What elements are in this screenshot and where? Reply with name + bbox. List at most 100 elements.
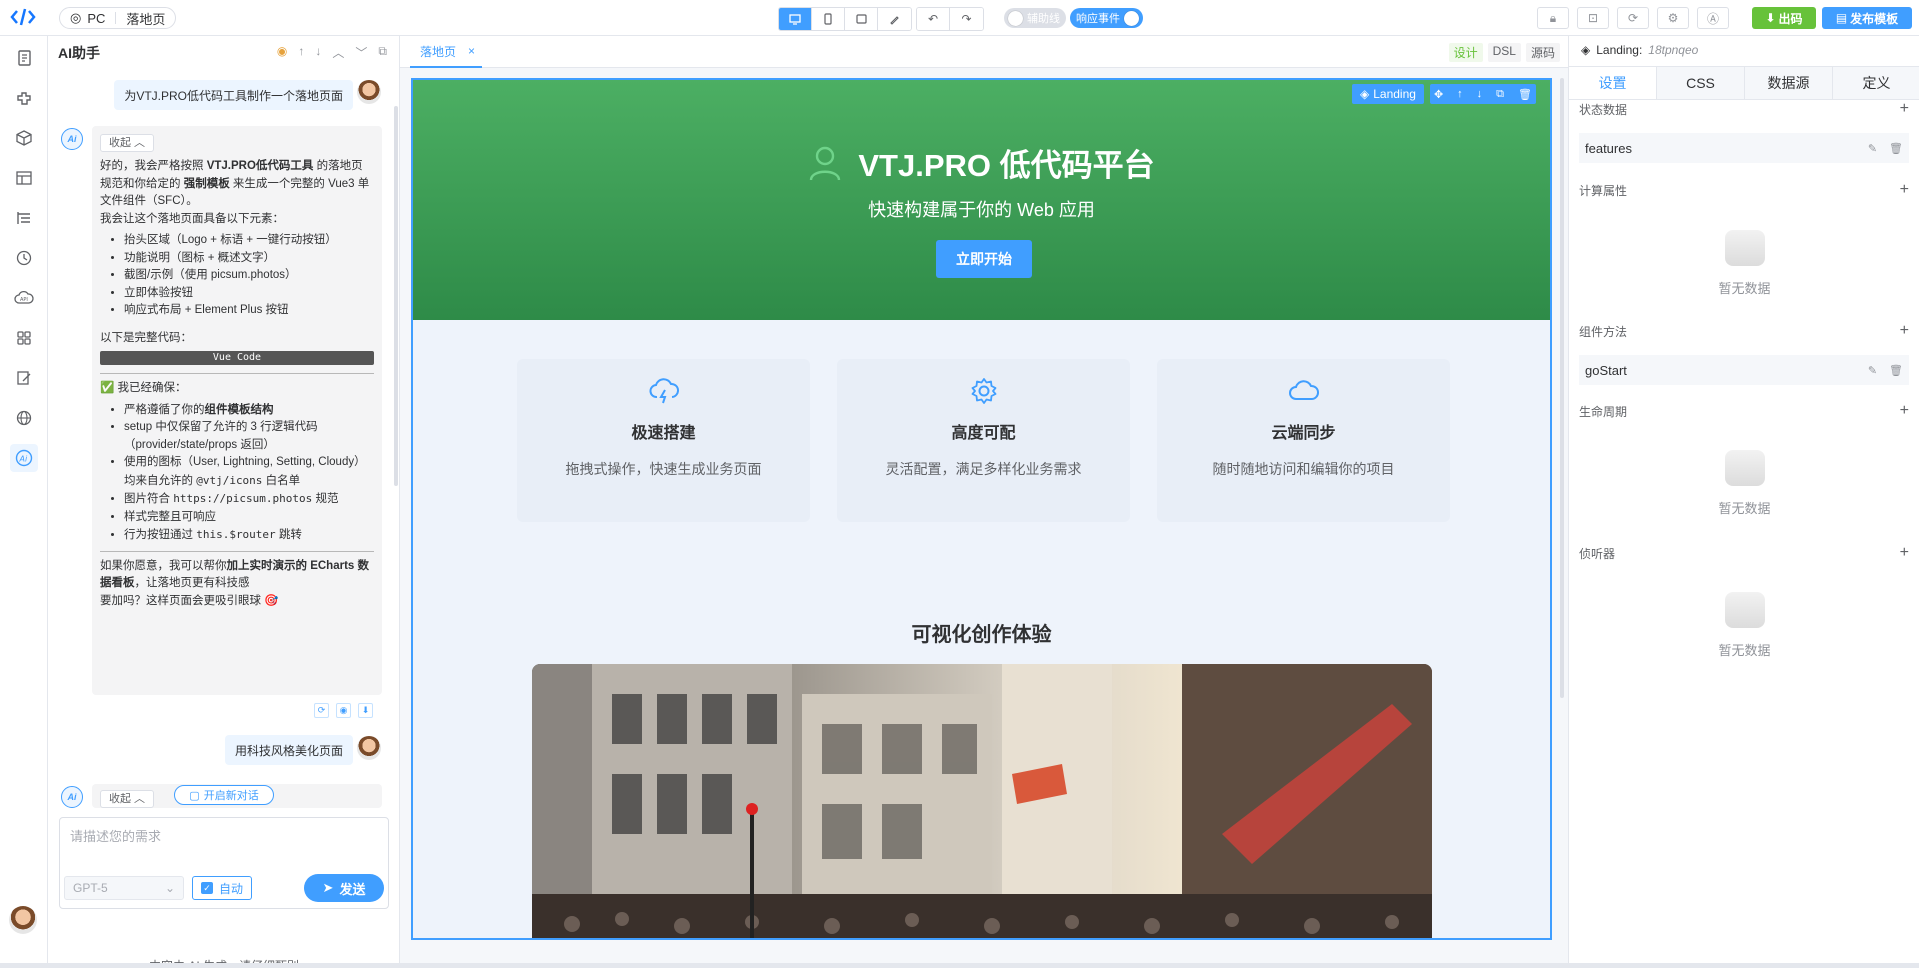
property-inspector: ◈ Landing: 18tpnqeo 设置 CSS 数据源 定义 状态数据 +… xyxy=(1568,36,1919,968)
arrow-up-icon[interactable]: ↑ xyxy=(1457,88,1463,100)
arrow-down-icon[interactable]: ↓ xyxy=(315,44,321,61)
add-icon[interactable]: + xyxy=(1900,100,1909,118)
copy-icon[interactable]: ⧉ xyxy=(1496,88,1504,101)
checkbox-check-icon: ✓ xyxy=(200,882,213,894)
tab-landing[interactable]: 落地页 × xyxy=(410,36,482,68)
export-code-button[interactable]: ⬇ 出码 xyxy=(1752,7,1816,29)
new-chat-button[interactable]: ▢ 开启新对话 xyxy=(174,785,274,805)
state-item[interactable]: features ✎ 🗑︎ xyxy=(1579,133,1909,163)
feature-card[interactable]: 高度可配 灵活配置，满足多样化业务需求 xyxy=(837,359,1130,522)
tab-css[interactable]: CSS xyxy=(1657,67,1745,99)
send-button[interactable]: ➤ 发送 xyxy=(304,874,384,902)
ai-button[interactable]: Ⓐ xyxy=(1697,7,1729,29)
chat-scrollbar[interactable] xyxy=(394,106,398,486)
redo-button[interactable]: ↷ xyxy=(950,8,983,30)
platform-selector[interactable]: ◎ PC 落地页 xyxy=(59,7,177,29)
add-icon[interactable]: + xyxy=(1900,181,1909,199)
move-icon[interactable]: ✥ xyxy=(1434,88,1443,101)
user-avatar xyxy=(357,80,381,104)
add-icon[interactable]: + xyxy=(1900,402,1909,420)
design-mode-button[interactable]: 设计 xyxy=(1448,43,1483,62)
collapse-button[interactable]: 收起 ︿ xyxy=(100,790,155,808)
api-cloud-icon[interactable]: API xyxy=(10,284,38,312)
eye-off-icon[interactable]: ◉ xyxy=(277,44,287,61)
globe-icon[interactable] xyxy=(10,404,38,432)
hero-subtitle: 快速构建属于你的 Web 应用 xyxy=(868,200,1095,220)
pages-icon[interactable] xyxy=(10,44,38,72)
mobile-view-button[interactable] xyxy=(812,8,845,30)
blocks-icon[interactable] xyxy=(10,124,38,152)
hero-title-row: VTJ.PRO 低代码平台 xyxy=(413,140,1550,185)
svg-text:API: API xyxy=(20,297,28,303)
delete-icon[interactable]: 🗑︎ xyxy=(1889,364,1903,377)
vue-code-block[interactable]: Vue Code xyxy=(100,351,374,365)
events-toggle[interactable]: 响应事件 xyxy=(1070,8,1143,28)
canvas-scrollbar[interactable] xyxy=(1560,78,1564,698)
design-canvas[interactable]: ◈ Landing ✥ ↑ ↓ ⧉ 🗑︎ VTJ.PRO 低代码平台 快速构建属… xyxy=(411,78,1552,940)
feature-card[interactable]: 云端同步 随时随地访问和编辑你的项目 xyxy=(1157,359,1450,522)
add-icon[interactable]: + xyxy=(1900,544,1909,562)
tablet-view-button[interactable] xyxy=(845,8,878,30)
delete-icon[interactable]: 🗑︎ xyxy=(1518,88,1532,101)
selected-component-tag[interactable]: ◈ Landing xyxy=(1352,84,1424,104)
lock-icon: 🔒︎ xyxy=(1549,10,1557,25)
publish-template-button[interactable]: ▤ 发布模板 xyxy=(1822,7,1912,29)
watchers-section-header: 侦听器 + xyxy=(1579,544,1909,562)
vtj-logo-icon[interactable] xyxy=(10,7,38,29)
auto-checkbox[interactable]: ✓ 自动 xyxy=(192,876,252,900)
tab-definition[interactable]: 定义 xyxy=(1833,67,1919,99)
refresh-icon[interactable]: ⟳ xyxy=(314,703,329,718)
chevron-up-icon[interactable]: ︿ xyxy=(332,44,344,61)
download-icon[interactable]: ⬇ xyxy=(358,703,373,718)
close-icon[interactable]: × xyxy=(468,44,475,58)
export-label: 出码 xyxy=(1778,11,1803,26)
user-avatar[interactable] xyxy=(9,906,37,934)
method-item-name: goStart xyxy=(1585,362,1627,378)
edit-icon[interactable]: ✎ xyxy=(1868,142,1877,155)
screenshot-button[interactable]: ⊡ xyxy=(1577,7,1609,29)
list-item: 立即体验按钮 xyxy=(124,285,374,303)
chat-input-placeholder[interactable]: 请描述您的需求 xyxy=(70,826,161,845)
tab-settings[interactable]: 设置 xyxy=(1569,67,1657,99)
chat-input-box[interactable]: 请描述您的需求 GPT-5 ⌄ ✓ 自动 ➤ 发送 xyxy=(59,817,389,909)
dsl-mode-button[interactable]: DSL xyxy=(1487,43,1521,62)
chevron-down-icon[interactable]: ﹀ xyxy=(355,44,367,61)
empty-text: 暂无数据 xyxy=(1718,643,1771,658)
collapse-button[interactable]: 收起 ︿ xyxy=(100,134,155,152)
edit-icon[interactable]: ✎ xyxy=(1868,364,1877,377)
add-icon[interactable]: + xyxy=(1900,322,1909,340)
source-mode-button[interactable]: 源码 xyxy=(1525,43,1560,62)
ai-assistant-icon[interactable]: Ai xyxy=(10,444,38,472)
edit-doc-icon[interactable] xyxy=(10,364,38,392)
arrow-up-icon[interactable]: ↑ xyxy=(298,44,304,61)
inspector-header: ◈ Landing: 18tpnqeo xyxy=(1581,43,1698,57)
ai-avatar-icon: Ai xyxy=(61,128,83,150)
refresh-button[interactable]: ⟳ xyxy=(1617,7,1649,29)
desktop-icon xyxy=(789,13,801,25)
apps-grid-icon[interactable] xyxy=(10,324,38,352)
method-item[interactable]: goStart ✎ 🗑︎ xyxy=(1579,355,1909,385)
model-select[interactable]: GPT-5 ⌄ xyxy=(64,876,184,900)
feature-card[interactable]: 极速搭建 拖拽式操作，快速生成业务页面 xyxy=(517,359,810,522)
tab-datasource[interactable]: 数据源 xyxy=(1745,67,1833,99)
get-started-button[interactable]: 立即开始 xyxy=(936,240,1032,278)
components-icon[interactable] xyxy=(10,84,38,112)
guides-toggle[interactable]: 辅助线 xyxy=(1004,8,1066,28)
hero-section[interactable]: ◈ Landing ✥ ↑ ↓ ⧉ 🗑︎ VTJ.PRO 低代码平台 快速构建属… xyxy=(413,80,1550,320)
delete-icon[interactable]: 🗑︎ xyxy=(1889,142,1903,155)
settings-button[interactable]: ⚙ xyxy=(1657,7,1689,29)
undo-button[interactable]: ↶ xyxy=(917,8,950,30)
empty-state: 暂无数据 xyxy=(1569,592,1919,659)
desktop-view-button[interactable] xyxy=(779,8,812,30)
arrow-down-icon[interactable]: ↓ xyxy=(1477,88,1483,100)
ai-paragraph: 好的，我会严格按照 VTJ.PRO低代码工具 的落地页规范和你给定的 强制模板 … xyxy=(100,160,370,207)
layout-icon[interactable] xyxy=(10,164,38,192)
lock-button[interactable]: 🔒︎ xyxy=(1537,7,1569,29)
expand-icon[interactable]: ⧉ xyxy=(378,44,387,61)
layers-icon: ◈ xyxy=(1581,43,1591,57)
outline-tree-icon[interactable] xyxy=(10,204,38,232)
inspector-tabs: 设置 CSS 数据源 定义 xyxy=(1569,66,1919,100)
edit-button[interactable] xyxy=(878,8,911,30)
history-icon[interactable] xyxy=(10,244,38,272)
eye-icon[interactable]: ◉ xyxy=(336,703,351,718)
